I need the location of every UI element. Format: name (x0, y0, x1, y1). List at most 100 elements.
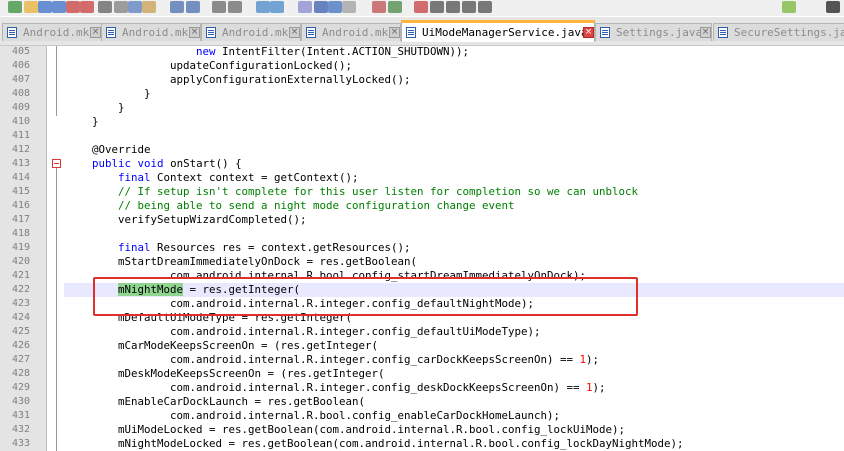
zoom-out-icon[interactable] (270, 1, 284, 13)
tab-file[interactable]: Android.mk × (201, 23, 301, 41)
redo-icon[interactable] (186, 1, 200, 13)
code-line[interactable]: 432 mUiModeLocked = res.getBoolean(com.a… (0, 423, 844, 437)
line-number: 416 (11, 200, 30, 211)
code-text: com.android.internal.R.bool.config_enabl… (66, 409, 561, 422)
word-wrap-icon[interactable] (314, 1, 328, 13)
code-line[interactable]: 412 @Override (0, 143, 844, 157)
line-number: 410 (11, 116, 30, 127)
indent-guide-icon[interactable] (342, 1, 356, 13)
tab-close-icon[interactable]: × (583, 27, 594, 38)
line-number: 431 (11, 410, 30, 421)
tab-close-icon[interactable]: × (90, 27, 101, 38)
fold-guide-line (56, 167, 57, 451)
code-text: final Resources res = context.getResourc… (118, 241, 411, 254)
zoom-in-icon[interactable] (256, 1, 270, 13)
code-text: mUiModeLocked = res.getBoolean(com.andro… (66, 423, 626, 436)
line-number: 417 (11, 214, 30, 225)
line-number: 409 (11, 102, 30, 113)
copy-icon[interactable] (128, 1, 142, 13)
replace-icon[interactable] (228, 1, 242, 13)
code-line[interactable]: 416 // being able to send a night mode c… (0, 199, 844, 213)
code-line[interactable]: 419 final Resources res = context.getRes… (0, 241, 844, 255)
code-line[interactable]: 405 new IntentFilter(Intent.ACTION_SHUTD… (0, 46, 844, 59)
save-macro-icon[interactable] (478, 1, 492, 13)
code-line[interactable]: 426 mCarModeKeepsScreenOn = (res.getInte… (0, 339, 844, 353)
tab-file[interactable]: Settings.java × (595, 23, 712, 41)
tab-close-icon[interactable]: × (700, 27, 711, 38)
save-all-icon[interactable] (52, 1, 66, 13)
code-line[interactable]: 429 com.android.internal.R.integer.confi… (0, 381, 844, 395)
line-number: 419 (11, 242, 30, 253)
show-all-chars-icon[interactable] (328, 1, 342, 13)
code-text: final Context context = getContext(); (118, 171, 359, 184)
code-text: } (66, 101, 125, 114)
tab-close-icon[interactable]: × (189, 27, 200, 38)
line-number: 433 (11, 438, 30, 449)
file-icon (106, 27, 116, 38)
line-number: 427 (11, 354, 30, 365)
code-text: verifySetupWizardCompleted(); (66, 213, 307, 226)
code-line[interactable]: 407 applyConfigurationExternallyLocked()… (0, 73, 844, 87)
code-text: com.android.internal.R.integer.config_de… (66, 381, 606, 394)
code-line[interactable]: 406 updateConfigurationLocked(); (0, 59, 844, 73)
language-icon[interactable] (372, 1, 386, 13)
code-line[interactable]: 414 final Context context = getContext()… (0, 171, 844, 185)
code-text: com.android.internal.R.integer.config_de… (66, 325, 541, 338)
code-editor[interactable]: 405 new IntentFilter(Intent.ACTION_SHUTD… (0, 46, 844, 451)
new-file-icon[interactable] (8, 1, 22, 13)
undo-icon[interactable] (170, 1, 184, 13)
code-line[interactable]: 430 mEnableCarDockLaunch = res.getBoolea… (0, 395, 844, 409)
fold-collapse-icon[interactable] (52, 159, 61, 168)
tab-file[interactable]: SecureSettings.java (713, 23, 844, 41)
code-line[interactable]: 433 mNightModeLocked = res.getBoolean(co… (0, 437, 844, 451)
code-line[interactable]: 410 } (0, 115, 844, 129)
code-line[interactable]: 415 // If setup isn't complete for this … (0, 185, 844, 199)
run-macro-icon[interactable] (462, 1, 476, 13)
code-line[interactable]: 418 (0, 227, 844, 241)
stop-macro-icon[interactable] (430, 1, 444, 13)
tab-active-file[interactable]: UiModeManagerService.java × (401, 20, 595, 42)
code-line[interactable]: 417 verifySetupWizardCompleted(); (0, 213, 844, 227)
code-line[interactable]: 431 com.android.internal.R.bool.config_e… (0, 409, 844, 423)
paste-icon[interactable] (142, 1, 156, 13)
code-line[interactable]: 413 public void onStart() { (0, 157, 844, 171)
toolbar (0, 0, 844, 16)
console-icon[interactable] (826, 1, 840, 13)
close-all-icon[interactable] (80, 1, 94, 13)
code-line[interactable]: 411 (0, 129, 844, 143)
code-line[interactable]: 428 mDeskModeKeepsScreenOn = (res.getInt… (0, 367, 844, 381)
code-line[interactable]: 408 } (0, 87, 844, 101)
code-line[interactable]: 409 } (0, 101, 844, 115)
tab-label: Android.mk (222, 26, 289, 39)
print-icon[interactable] (98, 1, 112, 13)
tab-file[interactable]: Android.mk × (301, 23, 401, 41)
tab-label: Android.mk (322, 26, 389, 39)
code-text: } (66, 87, 151, 100)
line-number: 418 (11, 228, 30, 239)
folder-as-workspace-icon[interactable] (388, 1, 402, 13)
close-icon[interactable] (66, 1, 80, 13)
line-number: 425 (11, 326, 30, 337)
code-text: public void onStart() { (92, 157, 242, 170)
tab-close-icon[interactable]: × (389, 27, 400, 38)
find-icon[interactable] (212, 1, 226, 13)
code-line[interactable]: 427 com.android.internal.R.integer.confi… (0, 353, 844, 367)
cut-icon[interactable] (114, 1, 128, 13)
play-macro-icon[interactable] (446, 1, 460, 13)
save-icon[interactable] (38, 1, 52, 13)
tab-close-icon[interactable]: × (289, 27, 300, 38)
open-folder-icon[interactable] (24, 1, 38, 13)
file-icon (206, 27, 216, 38)
sync-scroll-icon[interactable] (298, 1, 312, 13)
line-number: 414 (11, 172, 30, 183)
android-icon[interactable] (782, 1, 796, 13)
tab-label: SecureSettings.java (734, 26, 844, 39)
code-text: mStartDreamImmediatelyOnDock = res.getBo… (66, 255, 418, 268)
tab-file[interactable]: Android.mk × (101, 23, 201, 41)
record-macro-icon[interactable] (414, 1, 428, 13)
code-line[interactable]: 425 com.android.internal.R.integer.confi… (0, 325, 844, 339)
code-line[interactable]: 420 mStartDreamImmediatelyOnDock = res.g… (0, 255, 844, 269)
tab-file[interactable]: Android.mk × (2, 23, 102, 41)
code-text: // being able to send a night mode confi… (66, 199, 515, 212)
tab-label: Android.mk (122, 26, 189, 39)
